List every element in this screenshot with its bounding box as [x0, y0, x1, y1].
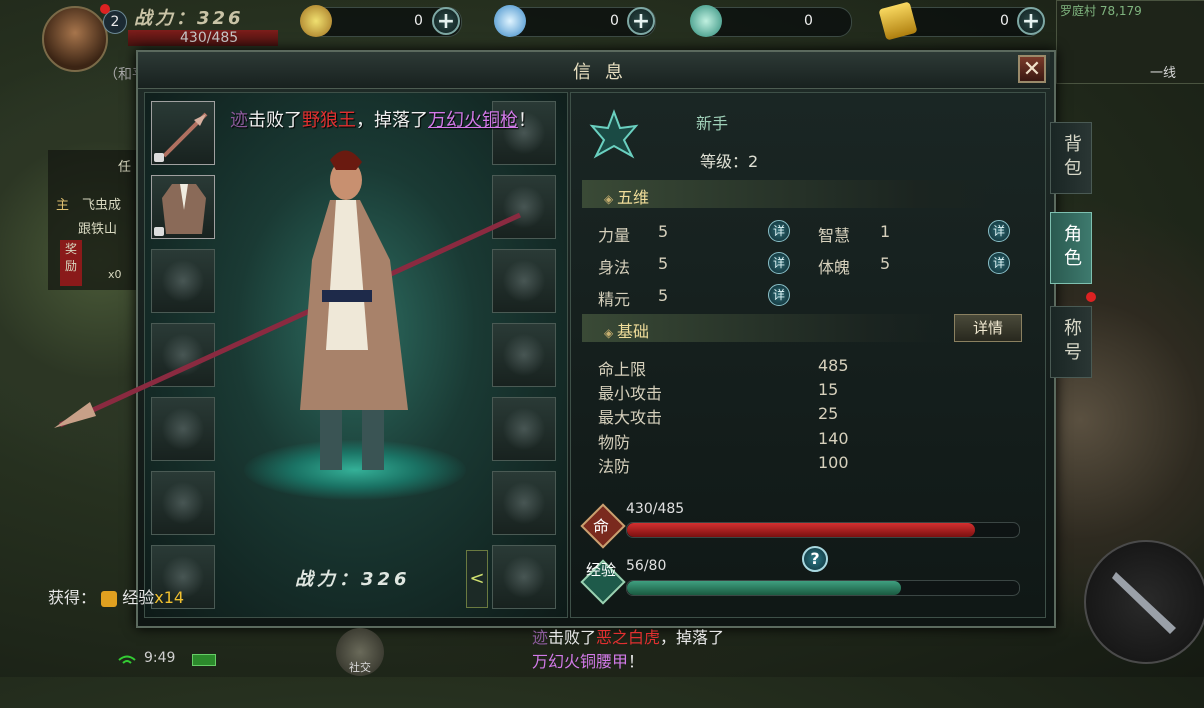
- chat-mark: 迹: [532, 628, 549, 647]
- dialog-title: 信息: [573, 62, 637, 83]
- tab-character[interactable]: 角色: [1050, 212, 1092, 284]
- stat-strength-detail-button[interactable]: 详: [768, 220, 790, 242]
- stat-strength-label: 力量: [598, 226, 631, 245]
- chat-message: 迹击败了恶之白虎，掉落了 万幻火铜腰甲！: [532, 626, 724, 674]
- bound-jade-icon: [494, 5, 526, 37]
- collapse-panel-button[interactable]: <: [466, 550, 488, 608]
- stat-wisdom-value: 1: [880, 222, 891, 241]
- diamond-bullet-icon: ◈: [604, 192, 618, 206]
- stat-physique-label: 体魄: [818, 258, 851, 277]
- spirit-crystal-icon: [690, 5, 722, 37]
- base-mag-def-value: 100: [818, 453, 849, 472]
- gold-coin-value: 0: [414, 13, 423, 29]
- level-label: 等级：: [700, 152, 749, 171]
- kill-notification-pre: 击败了: [248, 110, 302, 131]
- tab-bag[interactable]: 背包: [1050, 122, 1092, 194]
- chat-end: ！: [628, 652, 645, 671]
- stat-essence-detail-button[interactable]: 详: [768, 284, 790, 306]
- kill-notification-item-link[interactable]: 万幻火铜枪: [428, 110, 518, 131]
- base-phys-def-value: 140: [818, 429, 849, 448]
- bound-jade-value: 0: [610, 13, 619, 29]
- dagger-icon: [1112, 572, 1176, 634]
- level-value: 2: [748, 152, 759, 171]
- diamond-bullet-icon: ◈: [604, 326, 618, 340]
- exp-help-button[interactable]: ?: [802, 546, 828, 572]
- add-ticket-button[interactable]: +: [1017, 7, 1045, 35]
- add-jade-button[interactable]: +: [627, 7, 655, 35]
- base-max-attack-value: 25: [818, 404, 839, 423]
- hp-bar-fill: [627, 523, 975, 537]
- kill-notification-mid: ，掉落了: [356, 110, 428, 131]
- stat-wisdom-detail-button[interactable]: 详: [988, 220, 1010, 242]
- gain-amount: x14: [154, 588, 185, 607]
- social-button[interactable]: 社交: [336, 628, 384, 676]
- stat-physique-value: 5: [880, 254, 891, 273]
- base-max-hp-label: 命上限: [598, 360, 647, 379]
- gold-coin-icon: [300, 5, 332, 37]
- gain-label: 获得：: [48, 588, 97, 607]
- base-max-hp-value: 485: [818, 356, 849, 375]
- character-model[interactable]: [50, 140, 530, 500]
- server-line[interactable]: 一线: [1150, 62, 1176, 81]
- spirit-crystal-value: 0: [804, 13, 813, 29]
- base-stats-detail-button[interactable]: 详情: [954, 314, 1022, 342]
- gain-item: 经验: [122, 588, 155, 607]
- tab-title[interactable]: 称号: [1050, 306, 1092, 378]
- hud-power-label: 战力：326: [134, 8, 244, 29]
- currency-bar-crystal: [700, 7, 852, 37]
- exp-bar-text: 56/80: [626, 558, 667, 574]
- player-avatar[interactable]: [42, 6, 108, 72]
- exp-bar-fill: [627, 581, 902, 595]
- chat-item-link[interactable]: 万幻火铜腰甲: [532, 652, 628, 671]
- hud-hp-text: 430/485: [180, 30, 239, 46]
- clock: 9:49: [144, 650, 176, 666]
- base-max-attack-label: 最大攻击: [598, 408, 663, 427]
- stat-physique-detail-button[interactable]: 详: [988, 252, 1010, 274]
- equip-slot-talisman[interactable]: [492, 545, 556, 609]
- close-button[interactable]: ✕: [1018, 55, 1046, 83]
- base-stats-title: ◈ 基础: [604, 322, 650, 341]
- map-location: 罗庭村 78,179: [1060, 4, 1142, 18]
- attack-skill-button[interactable]: [1084, 540, 1204, 664]
- exp-coin-icon: [101, 590, 118, 607]
- tab-character-alert-dot: [1086, 292, 1096, 302]
- hp-icon-label: 命: [592, 517, 609, 536]
- chat-pre: 击败了: [548, 628, 597, 647]
- talisman-icon: [499, 552, 549, 602]
- exp-bar-track: [626, 580, 1020, 596]
- stat-agility-value: 5: [658, 254, 669, 273]
- chat-mid: ，掉落了: [660, 628, 725, 647]
- gold-ticket-value: 0: [1000, 13, 1009, 29]
- exp-icon-label: 经验: [585, 561, 616, 579]
- add-gold-button[interactable]: +: [432, 7, 460, 35]
- base-mag-def-label: 法防: [598, 457, 631, 476]
- character-level: 等级：2: [700, 148, 758, 172]
- stat-agility-label: 身法: [598, 258, 631, 277]
- kill-notification-end: ！: [518, 110, 536, 131]
- class-emblem-icon: [589, 109, 639, 159]
- stat-agility-detail-button[interactable]: 详: [768, 252, 790, 274]
- notification-dot: [100, 4, 110, 14]
- stat-essence-value: 5: [658, 286, 669, 305]
- stat-strength-value: 5: [658, 222, 669, 241]
- character-rank: 新手: [696, 114, 729, 133]
- stats-panel: [570, 92, 1046, 618]
- battery-icon: [192, 654, 216, 666]
- base-min-attack-value: 15: [818, 380, 839, 399]
- stat-essence-label: 精元: [598, 290, 631, 309]
- gain-notification: 获得： 经验x14: [48, 584, 184, 608]
- kill-notification-mark: 迹: [230, 110, 248, 131]
- kill-notification-monster: 野狼王: [302, 110, 356, 131]
- chat-monster: 恶之白虎: [596, 628, 661, 647]
- hp-bar-track: [626, 522, 1020, 538]
- wifi-icon: [118, 652, 136, 664]
- character-power: 战力：326: [295, 569, 411, 590]
- hp-bar-text: 430/485: [626, 501, 685, 517]
- stat-wisdom-label: 智慧: [818, 226, 851, 245]
- base-min-attack-label: 最小攻击: [598, 384, 663, 403]
- five-stats-title: ◈ 五维: [604, 188, 650, 207]
- kill-notification: 迹击败了野狼王，掉落了万幻火铜枪！: [230, 106, 536, 132]
- base-phys-def-label: 物防: [598, 433, 631, 452]
